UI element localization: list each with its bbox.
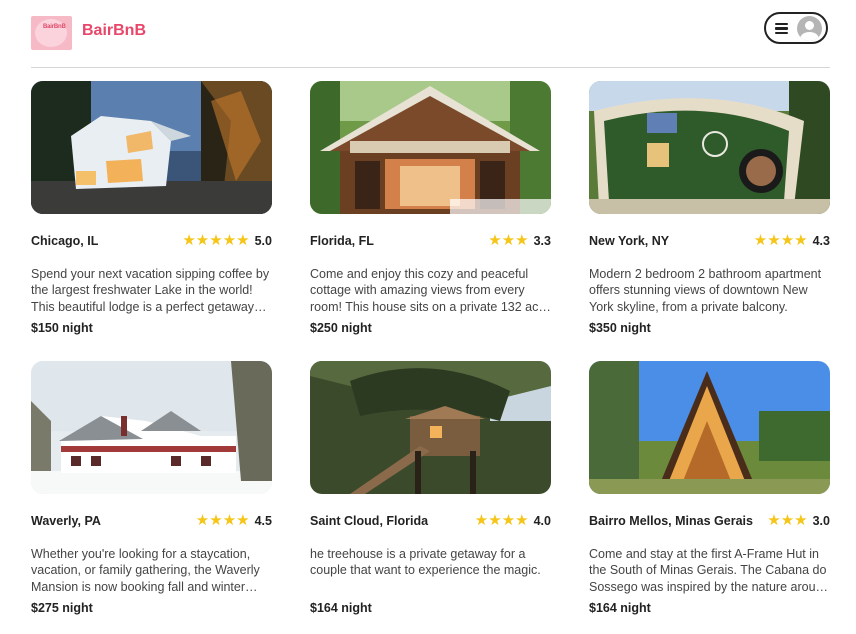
listing-description: Modern 2 bedroom 2 bathroom apartment of… bbox=[589, 267, 822, 314]
rating-value: 4.5 bbox=[254, 514, 272, 528]
star-icon: ★ bbox=[753, 232, 768, 249]
star-icon: ★ bbox=[236, 512, 250, 529]
rating-value: 3.3 bbox=[533, 234, 551, 248]
logo-text: BairBnB bbox=[43, 24, 66, 30]
user-menu-button[interactable] bbox=[764, 12, 828, 44]
star-rating: ★ ★ ★ bbox=[767, 513, 807, 529]
listing-rating: ★ ★ ★ ★ ★ 5.0 bbox=[182, 233, 272, 249]
star-icon: ★ bbox=[195, 512, 210, 529]
listing-price: $164 night bbox=[589, 601, 651, 615]
logo[interactable]: BairBnB bbox=[31, 16, 72, 50]
star-rating: ★ ★ ★ bbox=[488, 233, 528, 249]
listing-rating: ★ ★ ★ ★ 4.0 bbox=[475, 513, 551, 529]
star-icon: ★ bbox=[209, 232, 223, 249]
star-icon: ★ bbox=[767, 512, 781, 529]
header-divider bbox=[31, 67, 830, 68]
rating-value: 4.3 bbox=[812, 234, 830, 248]
listing-price: $250 night bbox=[310, 321, 372, 335]
star-icon: ★ bbox=[501, 232, 516, 249]
listing-description: Spend your next vacation sipping coffee … bbox=[31, 267, 270, 314]
listing-description: Come and stay at the first A-Frame Hut i… bbox=[589, 547, 830, 594]
brand-name[interactable]: BairBnB bbox=[82, 22, 146, 40]
rating-value: 4.0 bbox=[533, 514, 551, 528]
star-rating: ★ ★ ★ ★ bbox=[754, 233, 808, 249]
star-icon: ★ bbox=[515, 512, 529, 529]
listing-photo[interactable] bbox=[589, 361, 830, 494]
star-icon: ★ bbox=[767, 232, 781, 249]
star-icon: ★ bbox=[182, 232, 196, 249]
star-icon: ★ bbox=[222, 512, 237, 529]
listing-location: Chicago, IL bbox=[31, 234, 99, 248]
hamburger-menu-icon bbox=[775, 23, 788, 34]
listing-price: $275 night bbox=[31, 601, 93, 615]
star-icon: ★ bbox=[488, 512, 502, 529]
listing-photo[interactable] bbox=[31, 81, 272, 214]
star-icon: ★ bbox=[488, 232, 502, 249]
rating-value: 5.0 bbox=[254, 234, 272, 248]
star-rating: ★ ★ ★ ★ bbox=[475, 513, 529, 529]
listing-price: $164 night bbox=[310, 601, 372, 615]
listing-location: Waverly, PA bbox=[31, 514, 101, 528]
listing-rating: ★ ★ ★ 3.0 bbox=[767, 513, 830, 529]
top-bar: BairBnB BairBnB bbox=[0, 0, 856, 68]
star-icon: ★ bbox=[501, 512, 516, 529]
listing-photo[interactable] bbox=[310, 81, 551, 214]
star-icon: ★ bbox=[794, 232, 808, 249]
listing-location: Florida, FL bbox=[310, 234, 374, 248]
star-icon: ★ bbox=[515, 232, 529, 249]
listing-price: $150 night bbox=[31, 321, 93, 335]
listing-description: Come and enjoy this cozy and peaceful co… bbox=[310, 267, 550, 314]
listing-price: $350 night bbox=[589, 321, 651, 335]
listing-location: Bairro Mellos, Minas Gerais bbox=[589, 514, 753, 528]
listing-rating: ★ ★ ★ ★ 4.5 bbox=[196, 513, 272, 529]
listing-photo[interactable] bbox=[31, 361, 272, 494]
star-icon: ★ bbox=[209, 512, 223, 529]
star-rating: ★ ★ ★ ★ ★ bbox=[182, 233, 249, 249]
listing-photo[interactable] bbox=[310, 361, 551, 494]
listing-description: he treehouse is a private getaway for a … bbox=[310, 547, 541, 578]
avatar bbox=[797, 16, 822, 41]
listing-photo[interactable] bbox=[589, 81, 830, 214]
star-icon: ★ bbox=[474, 512, 489, 529]
star-rating: ★ ★ ★ ★ bbox=[196, 513, 250, 529]
rating-value: 3.0 bbox=[812, 514, 830, 528]
star-icon: ★ bbox=[780, 232, 795, 249]
listing-location: Saint Cloud, Florida bbox=[310, 514, 429, 528]
listing-rating: ★ ★ ★ ★ 4.3 bbox=[754, 233, 830, 249]
star-icon: ★ bbox=[195, 232, 210, 249]
star-icon: ★ bbox=[236, 232, 250, 249]
listing-description: Whether you're looking for a staycation,… bbox=[31, 547, 260, 594]
star-icon: ★ bbox=[780, 512, 795, 529]
listing-rating: ★ ★ ★ 3.3 bbox=[488, 233, 551, 249]
star-icon: ★ bbox=[222, 232, 237, 249]
listing-location: New York, NY bbox=[589, 234, 670, 248]
star-icon: ★ bbox=[794, 512, 808, 529]
